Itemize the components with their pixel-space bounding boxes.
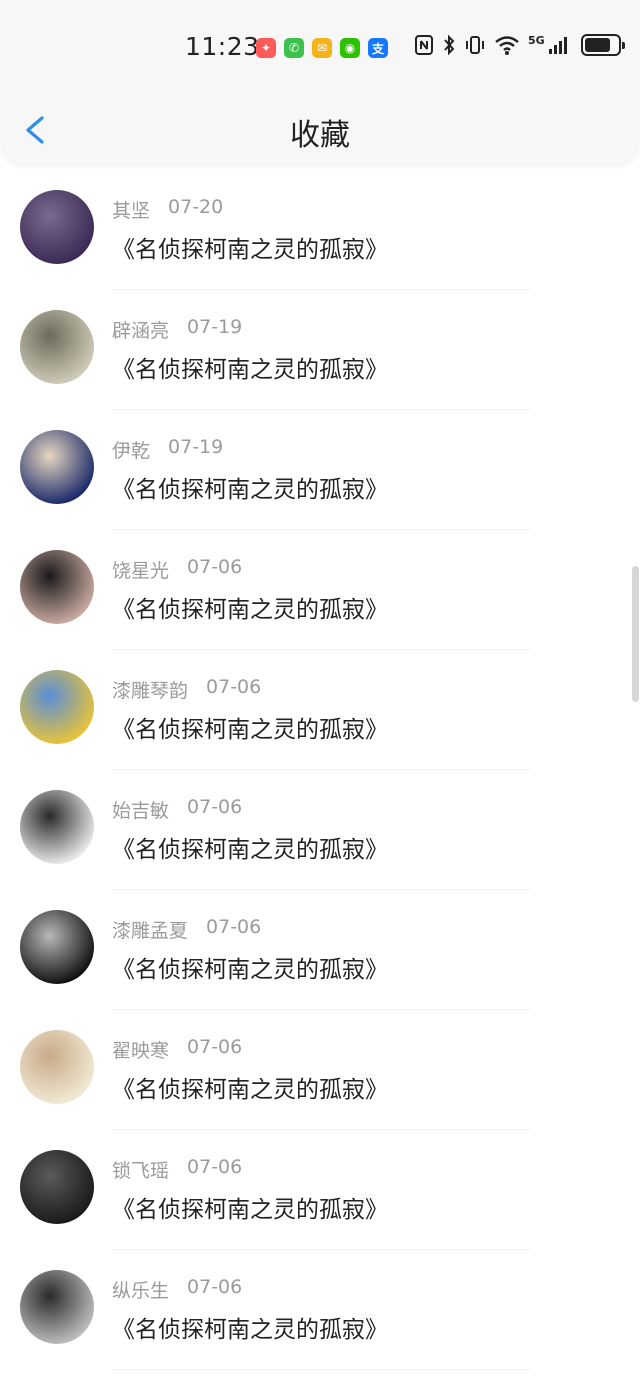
- favorite-date: 07-06: [187, 1156, 243, 1178]
- item-meta: 漆雕琴韵 07-06: [112, 676, 261, 703]
- phone-app-icon: ✆: [284, 38, 304, 58]
- item-meta: 翟映寒 07-06: [112, 1036, 242, 1063]
- page-title: 收藏: [290, 118, 350, 153]
- favorite-item[interactable]: 漆雕孟夏 07-06 《名侦探柯南之灵的孤寂》: [0, 890, 640, 1010]
- avatar[interactable]: [20, 670, 94, 744]
- signal-icon: [548, 37, 567, 54]
- avatar[interactable]: [20, 790, 94, 864]
- favorite-title[interactable]: 《名侦探柯南之灵的孤寂》: [112, 350, 388, 384]
- mail-app-icon: ✉: [312, 38, 332, 58]
- favorite-item[interactable]: 纵乐生 07-06 《名侦探柯南之灵的孤寂》: [0, 1250, 640, 1370]
- top-bar: 11:23 ✦ ✆ ✉ ◉ 支 5G 收藏: [0, 0, 640, 166]
- system-status-icons: 5G: [414, 33, 625, 56]
- favorite-title[interactable]: 《名侦探柯南之灵的孤寂》: [112, 950, 388, 984]
- favorite-title[interactable]: 《名侦探柯南之灵的孤寂》: [112, 710, 388, 744]
- favorite-item[interactable]: 辟涵亮 07-19 《名侦探柯南之灵的孤寂》: [0, 290, 640, 410]
- favorite-item[interactable]: 锁飞瑶 07-06 《名侦探柯南之灵的孤寂》: [0, 1130, 640, 1250]
- favorite-date: 07-19: [187, 316, 243, 338]
- favorite-title[interactable]: 《名侦探柯南之灵的孤寂》: [112, 1070, 388, 1104]
- favorite-date: 07-06: [206, 916, 262, 938]
- avatar[interactable]: [20, 1150, 94, 1224]
- user-name: 锁飞瑶: [112, 1160, 170, 1182]
- favorite-item[interactable]: 翟映寒 07-06 《名侦探柯南之灵的孤寂》: [0, 1010, 640, 1130]
- avatar[interactable]: [20, 310, 94, 384]
- user-name: 其坚: [112, 200, 151, 222]
- wechat-app-icon: ◉: [340, 38, 360, 58]
- user-name: 饶星光: [112, 560, 170, 582]
- favorite-title[interactable]: 《名侦探柯南之灵的孤寂》: [112, 830, 388, 864]
- wifi-icon: [495, 36, 519, 55]
- user-name: 漆雕琴韵: [112, 680, 189, 702]
- favorite-date: 07-20: [168, 196, 224, 218]
- favorite-date: 07-19: [168, 436, 224, 458]
- avatar[interactable]: [20, 550, 94, 624]
- favorite-item[interactable]: 漆雕琴韵 07-06 《名侦探柯南之灵的孤寂》: [0, 650, 640, 770]
- user-name: 纵乐生: [112, 1280, 170, 1302]
- item-meta: 辟涵亮 07-19: [112, 316, 242, 343]
- bluetooth-icon: [444, 34, 455, 56]
- battery-level: [584, 38, 611, 52]
- favorite-date: 07-06: [187, 796, 243, 818]
- avatar[interactable]: [20, 430, 94, 504]
- notification-app-icons: ✦ ✆ ✉ ◉ 支: [256, 38, 388, 58]
- favorite-date: 07-06: [206, 676, 262, 698]
- favorite-date: 07-06: [187, 1036, 243, 1058]
- alipay-app-icon: 支: [368, 38, 388, 58]
- favorite-title[interactable]: 《名侦探柯南之灵的孤寂》: [112, 590, 388, 624]
- item-meta: 锁飞瑶 07-06: [112, 1156, 242, 1183]
- favorite-date: 07-06: [187, 556, 243, 578]
- battery-nub: [621, 42, 625, 49]
- multicolor-app-icon: ✦: [256, 38, 276, 58]
- favorite-title[interactable]: 《名侦探柯南之灵的孤寂》: [112, 1190, 388, 1224]
- user-name: 辟涵亮: [112, 320, 170, 342]
- status-time: 11:23: [185, 32, 260, 61]
- battery-icon: [580, 34, 625, 56]
- item-meta: 纵乐生 07-06: [112, 1276, 242, 1303]
- user-name: 始吉敏: [112, 800, 170, 822]
- status-bar: 11:23 ✦ ✆ ✉ ◉ 支 5G: [0, 0, 640, 96]
- page-header: 收藏: [0, 96, 640, 166]
- user-name: 翟映寒: [112, 1040, 170, 1062]
- item-meta: 始吉敏 07-06: [112, 796, 242, 823]
- avatar[interactable]: [20, 1030, 94, 1104]
- favorite-item[interactable]: 饶星光 07-06 《名侦探柯南之灵的孤寂》: [0, 530, 640, 650]
- favorites-list: 其坚 07-20 《名侦探柯南之灵的孤寂》 辟涵亮 07-19 《名侦探柯南之灵的孤寂》伊…: [0, 170, 640, 1370]
- vibrate-icon: [466, 36, 484, 54]
- user-name: 漆雕孟夏: [112, 920, 189, 942]
- item-meta: 伊乾 07-19: [112, 436, 223, 463]
- favorite-item[interactable]: 始吉敏 07-06 《名侦探柯南之灵的孤寂》: [0, 770, 640, 890]
- scrollbar[interactable]: [632, 566, 639, 702]
- nfc-icon: [415, 35, 433, 55]
- favorite-date: 07-06: [187, 1276, 243, 1298]
- avatar[interactable]: [20, 190, 94, 264]
- favorite-item[interactable]: 伊乾 07-19 《名侦探柯南之灵的孤寂》: [0, 410, 640, 530]
- favorite-title[interactable]: 《名侦探柯南之灵的孤寂》: [112, 470, 388, 504]
- favorite-item[interactable]: 其坚 07-20 《名侦探柯南之灵的孤寂》: [0, 170, 640, 290]
- favorite-title[interactable]: 《名侦探柯南之灵的孤寂》: [112, 230, 388, 264]
- item-meta: 其坚 07-20: [112, 196, 223, 223]
- item-meta: 饶星光 07-06: [112, 556, 242, 583]
- user-name: 伊乾: [112, 440, 151, 462]
- avatar[interactable]: [20, 910, 94, 984]
- avatar[interactable]: [20, 1270, 94, 1344]
- network-type-label: 5G: [528, 33, 545, 47]
- item-meta: 漆雕孟夏 07-06: [112, 916, 261, 943]
- favorite-title[interactable]: 《名侦探柯南之灵的孤寂》: [112, 1310, 388, 1344]
- divider: [112, 1369, 530, 1370]
